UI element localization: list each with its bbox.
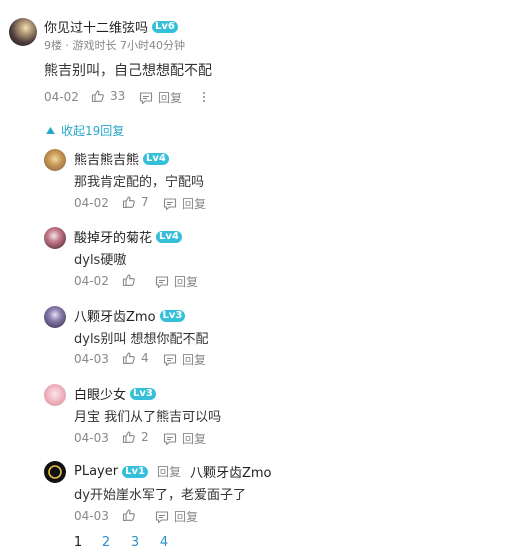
- reply-to-prefix: 回复: [156, 465, 181, 479]
- like-button[interactable]: 7: [122, 195, 149, 209]
- like-button[interactable]: 33: [91, 89, 125, 103]
- list-item: 白眼少女 Lv3 月宝 我们从了熊吉可以吗 04-03 2 回复: [0, 382, 532, 452]
- more-vertical-icon[interactable]: [201, 90, 207, 104]
- comment-icon: [163, 353, 177, 366]
- avatar[interactable]: [44, 461, 66, 483]
- list-item: 酸掉牙的菊花 Lv4 dyls硬嗷 04-02 回复: [0, 225, 532, 295]
- reply-text: dyls别叫 想想你配不配: [74, 332, 209, 347]
- reply-to-username[interactable]: 八颗牙齿Zmo: [190, 462, 272, 481]
- username[interactable]: 八颗牙齿Zmo: [74, 306, 156, 325]
- avatar[interactable]: [44, 384, 66, 406]
- like-button[interactable]: 2: [122, 430, 149, 444]
- level-badge: Lv3: [130, 387, 156, 400]
- like-count: 4: [141, 351, 149, 365]
- comment-text: 熊吉别叫，自己想想配不配: [44, 63, 212, 79]
- like-button[interactable]: [122, 273, 141, 287]
- avatar[interactable]: [9, 18, 37, 46]
- reply-label: 回复: [174, 275, 199, 289]
- reply-button[interactable]: 回复: [163, 195, 206, 212]
- reply-button[interactable]: 回复: [139, 89, 182, 106]
- comment-icon: [163, 432, 177, 445]
- level-badge: Lv1: [122, 465, 148, 478]
- reply-button[interactable]: 回复: [155, 508, 198, 525]
- list-item: 八颗牙齿Zmo Lv3 dyls别叫 想想你配不配 04-03 4 回复: [0, 304, 532, 374]
- reply-date: 04-03: [74, 509, 109, 523]
- comment-date: 04-02: [44, 90, 79, 104]
- thumbs-up-icon: [91, 90, 104, 103]
- collapse-replies-button[interactable]: 收起19回复: [46, 122, 124, 139]
- comment-icon: [155, 275, 169, 288]
- list-item: 熊吉熊吉熊 Lv4 那我肯定配的，宁配吗 04-02 7 回复: [0, 147, 532, 217]
- comment-icon: [155, 510, 169, 523]
- reply-text: dyls硬嗷: [74, 253, 127, 268]
- page-2[interactable]: 2: [99, 535, 113, 550]
- reply-button[interactable]: 回复: [163, 430, 206, 447]
- level-badge: Lv6: [152, 20, 178, 33]
- floor-info: 9楼 · 游戏时长 7小时40分钟: [44, 39, 185, 52]
- reply-date: 04-02: [74, 274, 109, 288]
- reply-date: 04-03: [74, 352, 109, 366]
- avatar[interactable]: [44, 149, 66, 171]
- thumbs-up-icon: [122, 352, 135, 365]
- collapse-label: 收起19回复: [61, 124, 125, 138]
- reply-text: 那我肯定配的，宁配吗: [74, 175, 205, 190]
- username[interactable]: 白眼少女: [74, 384, 126, 403]
- comment-icon: [163, 197, 177, 210]
- like-count: 2: [141, 430, 149, 444]
- thumbs-up-icon: [122, 509, 135, 522]
- reply-text: 月宝 我们从了熊吉可以吗: [74, 410, 222, 425]
- thumbs-up-icon: [122, 274, 135, 287]
- page-3[interactable]: 3: [128, 535, 142, 550]
- like-button[interactable]: [122, 508, 141, 522]
- list-item: PLayer Lv1 回复 八颗牙齿Zmo dy开始崖水军了，老爱面子了 04-…: [0, 460, 532, 530]
- reply-label: 回复: [174, 510, 199, 524]
- like-button[interactable]: 4: [122, 351, 149, 365]
- reply-label: 回复: [182, 432, 207, 446]
- like-count: 33: [110, 89, 126, 103]
- level-badge: Lv3: [159, 309, 186, 322]
- username[interactable]: PLayer: [74, 464, 118, 479]
- level-badge: Lv4: [156, 230, 182, 243]
- reply-button[interactable]: 回复: [155, 273, 198, 290]
- reply-date: 04-03: [74, 431, 109, 445]
- reply-label: 回复: [182, 353, 207, 367]
- comment-icon: [139, 91, 153, 104]
- page-4[interactable]: 4: [157, 535, 171, 550]
- like-count: 7: [141, 195, 149, 209]
- reply-label: 回复: [182, 197, 207, 211]
- username[interactable]: 酸掉牙的菊花: [74, 227, 152, 246]
- avatar[interactable]: [44, 306, 66, 328]
- thumbs-up-icon: [122, 431, 135, 444]
- level-badge: Lv4: [143, 152, 169, 165]
- username[interactable]: 熊吉熊吉熊: [74, 149, 139, 168]
- username[interactable]: 你见过十二维弦吗: [44, 17, 148, 36]
- triangle-up-icon: [46, 127, 55, 134]
- reply-button[interactable]: 回复: [163, 351, 206, 368]
- reply-text: dy开始崖水军了，老爱面子了: [74, 488, 246, 503]
- reply-date: 04-02: [74, 196, 109, 210]
- thumbs-up-icon: [122, 196, 135, 209]
- avatar[interactable]: [44, 227, 66, 249]
- reply-label: 回复: [158, 91, 183, 105]
- page-1[interactable]: 1: [71, 535, 85, 550]
